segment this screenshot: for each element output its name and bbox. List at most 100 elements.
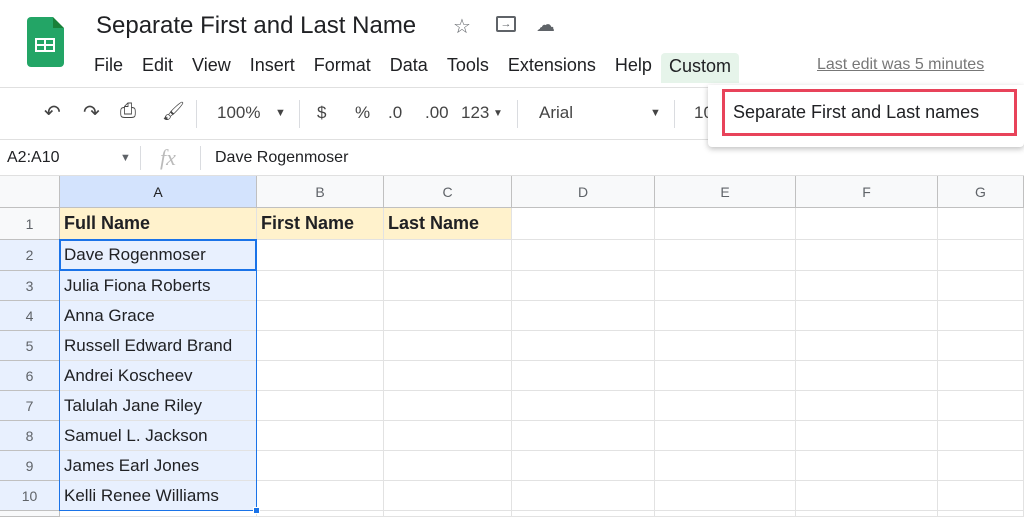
cell[interactable] (512, 208, 655, 240)
cell[interactable] (796, 271, 938, 301)
row-header[interactable]: 8 (0, 421, 60, 451)
more-formats-button[interactable]: 123 (461, 103, 489, 123)
cell[interactable]: Full Name (60, 208, 257, 240)
cell[interactable] (796, 421, 938, 451)
sheets-logo[interactable] (27, 17, 64, 67)
row-header[interactable]: 5 (0, 331, 60, 361)
cell[interactable] (655, 240, 796, 271)
menu-extensions[interactable]: Extensions (508, 53, 605, 83)
cell[interactable] (512, 240, 655, 271)
cell[interactable] (512, 421, 655, 451)
cell[interactable] (384, 391, 512, 421)
percent-button[interactable]: % (355, 103, 370, 123)
cell[interactable] (938, 240, 1024, 271)
column-header-g[interactable]: G (938, 176, 1024, 208)
cell[interactable] (655, 511, 796, 517)
menu-custom[interactable]: Custom (660, 53, 739, 83)
move-folder-icon[interactable]: → (496, 16, 516, 32)
cell[interactable] (655, 271, 796, 301)
increase-decimal-button[interactable]: .00 (425, 103, 449, 123)
row-header[interactable]: 4 (0, 301, 60, 331)
row-header[interactable]: 2 (0, 240, 60, 271)
cell[interactable] (512, 451, 655, 481)
cell[interactable] (796, 511, 938, 517)
cell[interactable] (257, 301, 384, 331)
row-header[interactable]: 3 (0, 271, 60, 301)
zoom-dropdown-icon[interactable]: ▼ (275, 107, 286, 119)
cell[interactable]: First Name (257, 208, 384, 240)
cell[interactable] (938, 421, 1024, 451)
column-header-e[interactable]: E (655, 176, 796, 208)
cell[interactable] (257, 391, 384, 421)
zoom-select[interactable]: 100% (217, 103, 260, 123)
cell[interactable] (512, 331, 655, 361)
redo-icon[interactable]: ↷ (83, 100, 100, 125)
row-header[interactable]: 10 (0, 481, 60, 511)
formula-input[interactable]: Dave Rogenmoser (215, 149, 348, 167)
star-icon[interactable]: ☆ (453, 14, 471, 39)
cell[interactable] (938, 331, 1024, 361)
cell[interactable] (384, 361, 512, 391)
cell[interactable] (796, 240, 938, 271)
column-header-f[interactable]: F (796, 176, 938, 208)
cell[interactable] (384, 511, 512, 517)
cell[interactable] (257, 331, 384, 361)
menu-insert[interactable]: Insert (250, 53, 304, 83)
cell[interactable] (60, 511, 257, 517)
cell[interactable] (257, 481, 384, 511)
cell[interactable] (796, 391, 938, 421)
cell[interactable] (384, 271, 512, 301)
menu-item-separate-names[interactable]: Separate First and Last names (722, 89, 1017, 136)
row-header[interactable]: 1 (0, 208, 60, 240)
cell[interactable] (512, 271, 655, 301)
cell[interactable] (655, 361, 796, 391)
cell[interactable] (796, 361, 938, 391)
cell[interactable] (257, 451, 384, 481)
row-header[interactable]: 9 (0, 451, 60, 481)
menu-help[interactable]: Help (615, 53, 661, 83)
menu-view[interactable]: View (192, 53, 240, 83)
cell[interactable] (384, 481, 512, 511)
cell[interactable] (257, 240, 384, 271)
column-header-c[interactable]: C (384, 176, 512, 208)
column-header-b[interactable]: B (257, 176, 384, 208)
column-header-d[interactable]: D (512, 176, 655, 208)
cell[interactable] (938, 361, 1024, 391)
cell[interactable] (796, 451, 938, 481)
cell[interactable] (257, 271, 384, 301)
cloud-status-icon[interactable]: ☁ (536, 14, 555, 37)
menu-edit[interactable]: Edit (142, 53, 182, 83)
cell[interactable] (512, 481, 655, 511)
menu-data[interactable]: Data (390, 53, 437, 83)
select-all-corner[interactable] (0, 176, 60, 208)
decrease-decimal-button[interactable]: .0 (388, 103, 402, 123)
row-header[interactable] (0, 511, 60, 517)
cell[interactable] (384, 331, 512, 361)
cell[interactable] (512, 301, 655, 331)
fill-handle[interactable] (253, 507, 260, 514)
cell[interactable] (512, 361, 655, 391)
cell[interactable] (796, 331, 938, 361)
cell[interactable] (655, 391, 796, 421)
cell[interactable] (384, 301, 512, 331)
font-dropdown-icon[interactable]: ▼ (650, 107, 661, 119)
cell[interactable] (938, 481, 1024, 511)
cell[interactable] (384, 421, 512, 451)
cell[interactable] (655, 331, 796, 361)
cell[interactable] (655, 451, 796, 481)
cell[interactable] (938, 208, 1024, 240)
menu-tools[interactable]: Tools (447, 53, 498, 83)
menu-file[interactable]: File (94, 53, 132, 83)
cell[interactable] (938, 271, 1024, 301)
cell[interactable] (796, 301, 938, 331)
cell[interactable]: Last Name (384, 208, 512, 240)
cell[interactable] (512, 511, 655, 517)
name-box[interactable]: A2:A10 (7, 149, 59, 167)
cell[interactable] (384, 240, 512, 271)
cell[interactable] (938, 391, 1024, 421)
cell[interactable] (655, 481, 796, 511)
cell[interactable] (384, 451, 512, 481)
cell[interactable] (796, 208, 938, 240)
cell[interactable] (938, 451, 1024, 481)
row-header[interactable]: 6 (0, 361, 60, 391)
